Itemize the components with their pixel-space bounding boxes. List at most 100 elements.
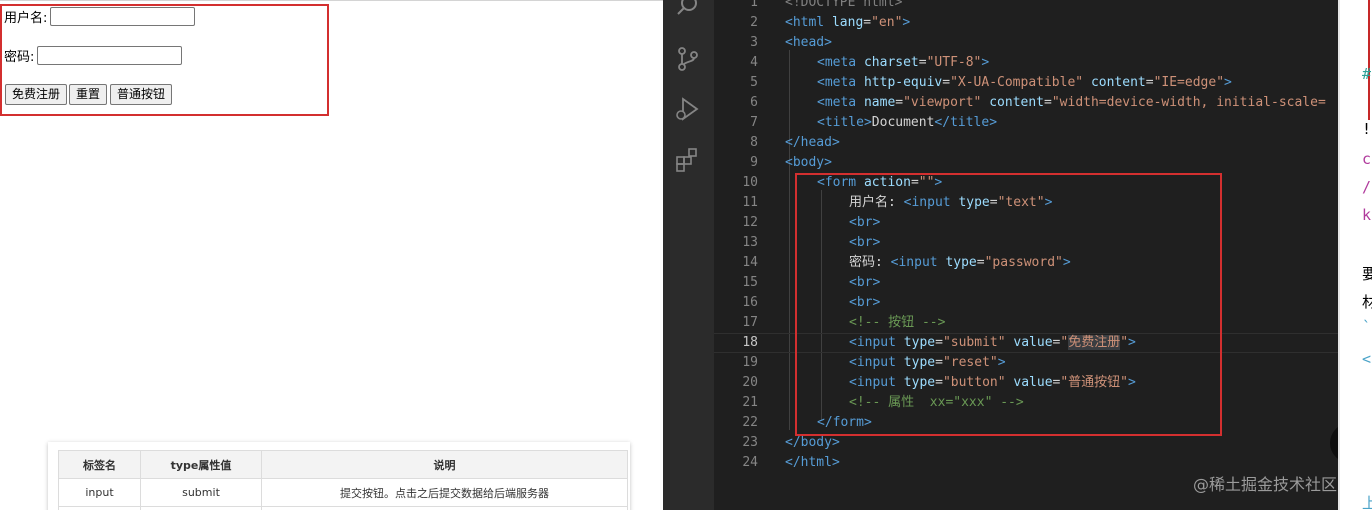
input-type-table: 标签名 type属性值 说明 input submit 提交按钮。点击之后提交数… [58,450,628,510]
doc-char: ! [1362,120,1372,138]
input-type-table-card: 标签名 type属性值 说明 input submit 提交按钮。点击之后提交数… [48,442,630,510]
code-token: "viewport" [903,95,982,110]
code-token: "UTF-8" [926,55,982,70]
doc-char: / [1362,178,1372,196]
code-token: name [856,95,896,110]
code-line: 1 <!DOCTYPE html> [714,0,1338,13]
line-number: 3 [750,35,758,50]
line-number: 13 [742,235,758,250]
table-header-cell: type属性值 [140,450,262,479]
doc-char: # [1362,65,1372,83]
line-number: 19 [742,355,758,370]
line-number: 20 [742,375,758,390]
code-token: > [981,55,990,70]
code-line: 2 <html lang="en"> [714,13,1338,33]
code-line: 4 <meta charset="UTF-8"> [714,53,1338,73]
line-number: 14 [742,255,758,270]
code-token: content [1083,75,1146,90]
table-cell [58,506,141,510]
code-token: "en" [871,15,903,30]
code-line: 7 <title>Document</title> [714,113,1338,133]
code-token: "width=device-width, initial-scale= [1051,95,1326,110]
code-editor[interactable]: 1 <!DOCTYPE html> 2 <html lang="en"> 3 <hea… [714,0,1370,510]
code-token: <html [785,15,825,30]
code-token: http-equiv [856,75,943,90]
line-number: 10 [742,175,758,190]
line-number: 1 [750,0,758,10]
line-number: 8 [750,135,758,150]
source-control-icon[interactable] [675,46,701,72]
line-number: 7 [750,115,758,130]
doc-char: 材 [1362,293,1372,311]
line-number: 24 [742,455,758,470]
line-number: 11 [742,195,758,210]
table-header-row: 标签名 type属性值 说明 [58,450,628,479]
search-icon[interactable] [675,0,701,20]
line-number: 18 [742,335,758,350]
doc-char: 上 [1362,494,1372,510]
activity-bar [663,0,714,510]
code-highlight-box [795,173,1222,436]
code-token: </body> [785,435,840,450]
watermark: @稀土掘金技术社区 [1193,475,1338,494]
code-token: </head> [785,135,840,150]
strip-red-border [1368,0,1370,120]
preview-highlight-box [0,4,329,116]
table-cell [140,506,262,510]
code-token: content [981,95,1045,110]
line-number: 12 [742,215,758,230]
code-token: <meta [817,75,857,90]
code-line: 3 <head> [714,33,1338,53]
table-cell: 提交按钮。点击之后提交数据给后端服务器 [261,478,628,507]
line-number: 16 [742,295,758,310]
line-number: 17 [742,315,758,330]
run-debug-icon[interactable] [675,96,701,122]
vscode-window: 1 <!DOCTYPE html> 2 <html lang="en"> 3 <hea… [663,0,1372,510]
code-token: <title> [817,115,872,130]
doc-char: 要 [1362,265,1372,283]
code-line: 23 </body> [714,433,1338,453]
doc-char: c [1362,150,1372,168]
code-token: charset [856,55,919,70]
code-token: Document [871,115,935,130]
table-header-cell: 说明 [261,450,628,479]
table-cell [261,506,628,510]
doc-char: ` [1362,0,1372,10]
code-token: "IE=edge" [1153,75,1225,90]
line-number: 22 [742,415,758,430]
code-token: = [863,15,872,30]
code-token: </html> [785,455,840,470]
doc-char: k [1362,206,1372,224]
code-token: > [1224,75,1232,90]
line-number: 9 [750,155,758,170]
doc-char: < [1362,350,1372,368]
table-row [58,506,628,510]
code-token: <meta [817,55,857,70]
strip-divider [1338,0,1340,510]
preview-top-border [0,0,663,1]
line-number: 6 [750,95,758,110]
code-token: > [902,15,911,30]
code-token: "X-UA-Compatible" [950,75,1084,90]
code-line: 5 <meta http-equiv="X-UA-Compatible" cont… [714,73,1338,93]
code-token: <meta [817,95,857,110]
side-document-strip: ` # ! c / k 要 材 ` < 上 [1338,0,1372,510]
line-number: 15 [742,275,758,290]
code-token: </title> [934,115,998,130]
line-number: 5 [750,75,758,90]
table-cell: submit [140,478,262,507]
code-token: <head> [785,35,832,50]
code-line: 9 <body> [714,153,1338,173]
browser-preview: 用户名: 密码: 免费注册 重置 普通按钮 标签名 type属性值 说明 inp… [0,0,663,510]
code-line: 24 </html> [714,453,1338,473]
code-token: lang [824,15,864,30]
code-line: 6 <meta name="viewport" content="width=de… [714,93,1338,113]
code-line: 8 </head> [714,133,1338,153]
extensions-icon[interactable] [675,147,701,173]
code-token: <!DOCTYPE html> [785,0,903,10]
line-number: 23 [742,435,758,450]
line-number: 21 [742,395,758,410]
code-token: <body> [785,155,832,170]
line-number: 2 [750,15,758,30]
doc-char: ` [1362,318,1372,336]
